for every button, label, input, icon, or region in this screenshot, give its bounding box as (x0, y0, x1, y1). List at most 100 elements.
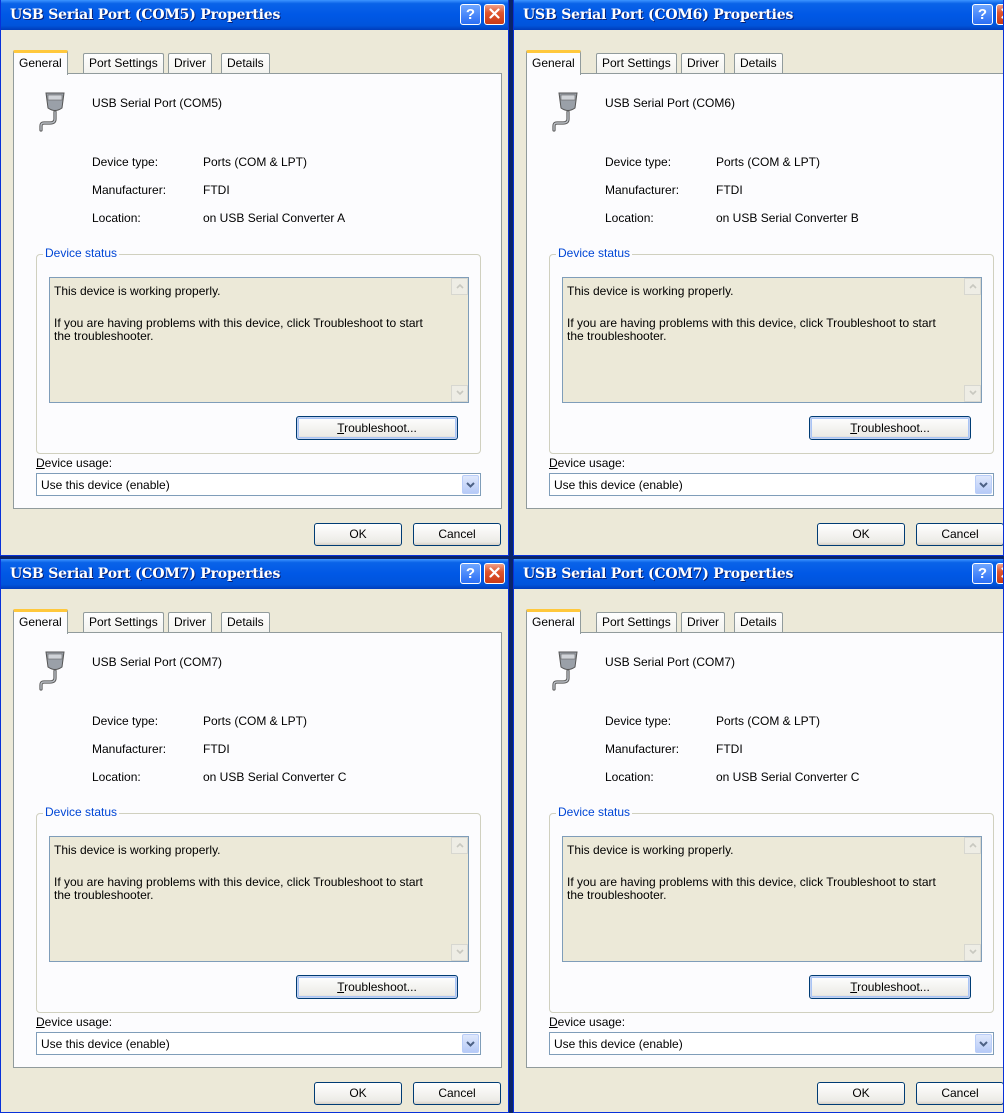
device-usage-select[interactable]: Use this device (enable) (549, 1032, 994, 1055)
device-type-label: Device type: (92, 155, 159, 169)
device-usage-accesskey: D (36, 1015, 45, 1029)
device-usage-dropdown-button[interactable] (462, 1034, 479, 1053)
help-button[interactable]: ? (460, 4, 481, 25)
help-icon: ? (465, 565, 476, 582)
tab-driver[interactable]: Driver (168, 612, 212, 632)
title-bar[interactable]: USB Serial Port (COM7) Properties ? (514, 559, 1003, 589)
scroll-down-button[interactable] (451, 944, 468, 961)
ok-button[interactable]: OK (314, 1082, 402, 1105)
troubleshoot-label: roubleshoot... (857, 980, 930, 994)
device-status-textbox[interactable]: This device is working properly. If you … (562, 277, 982, 403)
tab-details[interactable]: Details (734, 612, 783, 632)
chevron-up-icon (968, 842, 977, 848)
scroll-up-button[interactable] (964, 278, 981, 295)
window-title: USB Serial Port (COM6) Properties (523, 7, 794, 23)
device-name: USB Serial Port (COM5) (92, 96, 223, 110)
manufacturer-label: Manufacturer: (92, 742, 167, 756)
general-tab-panel: USB Serial Port (COM7) Device type: Port… (526, 632, 1003, 1068)
tab-driver[interactable]: Driver (681, 612, 725, 632)
title-bar[interactable]: USB Serial Port (COM6) Properties ? (514, 0, 1003, 30)
scroll-down-button[interactable] (964, 385, 981, 402)
cancel-button[interactable]: Cancel (413, 523, 501, 546)
device-status-textbox[interactable]: This device is working properly. If you … (49, 277, 469, 403)
tab-port-settings[interactable]: Port Settings (83, 53, 164, 73)
scroll-up-button[interactable] (964, 837, 981, 854)
close-button[interactable] (484, 563, 505, 584)
title-bar[interactable]: USB Serial Port (COM5) Properties ? (1, 0, 508, 30)
troubleshoot-button[interactable]: Troubleshoot... (296, 416, 458, 440)
device-type-value: Ports (COM & LPT) (716, 155, 821, 169)
location-value: on USB Serial Converter C (716, 770, 860, 784)
properties-dialog-com7-b: USB Serial Port (COM7) Properties ? Gene… (513, 559, 1004, 1113)
device-type-value: Ports (COM & LPT) (203, 714, 308, 728)
device-usage-dropdown-button[interactable] (975, 1034, 992, 1053)
scroll-up-button[interactable] (451, 278, 468, 295)
ok-button[interactable]: OK (817, 523, 905, 546)
device-name: USB Serial Port (COM7) (605, 655, 736, 669)
device-type-label: Device type: (605, 714, 672, 728)
device-usage-dropdown-button[interactable] (462, 475, 479, 494)
general-tab-panel: USB Serial Port (COM6) Device type: Port… (526, 73, 1003, 509)
ok-button[interactable]: OK (817, 1082, 905, 1105)
device-usage-label-text: evice usage: (557, 456, 626, 470)
close-button[interactable] (996, 563, 1003, 584)
properties-dialog-com6: USB Serial Port (COM6) Properties ? Gene… (513, 0, 1004, 556)
manufacturer-label: Manufacturer: (92, 183, 167, 197)
device-status-textbox[interactable]: This device is working properly. If you … (49, 836, 469, 962)
troubleshoot-button[interactable]: Troubleshoot... (809, 416, 971, 440)
tab-driver[interactable]: Driver (168, 53, 212, 73)
device-usage-dropdown-button[interactable] (975, 475, 992, 494)
troubleshoot-button[interactable]: Troubleshoot... (296, 975, 458, 999)
tab-details[interactable]: Details (734, 53, 783, 73)
status-help-text: If you are having problems with this dev… (567, 316, 936, 343)
device-status-label: Device status (43, 805, 120, 819)
serial-port-icon (39, 92, 65, 132)
title-bar[interactable]: USB Serial Port (COM7) Properties ? (1, 559, 508, 589)
device-status-textbox[interactable]: This device is working properly. If you … (562, 836, 982, 962)
close-icon (489, 567, 500, 578)
tab-port-settings[interactable]: Port Settings (596, 612, 677, 632)
device-name: USB Serial Port (COM6) (605, 96, 736, 110)
help-button[interactable]: ? (460, 563, 481, 584)
tab-port-settings[interactable]: Port Settings (596, 53, 677, 73)
cancel-button[interactable]: Cancel (916, 523, 1003, 546)
status-message: This device is working properly. (567, 284, 734, 298)
help-button[interactable]: ? (972, 4, 993, 25)
device-usage-select[interactable]: Use this device (enable) (36, 1032, 481, 1055)
device-usage-select[interactable]: Use this device (enable) (549, 473, 994, 496)
tab-general[interactable]: General (13, 50, 68, 75)
tab-details[interactable]: Details (221, 53, 270, 73)
location-label: Location: (605, 211, 654, 225)
help-button[interactable]: ? (972, 563, 993, 584)
status-help-text: If you are having problems with this dev… (567, 875, 936, 902)
device-usage-select[interactable]: Use this device (enable) (36, 473, 481, 496)
device-usage-label: Device usage: (549, 456, 625, 470)
ok-button[interactable]: OK (314, 523, 402, 546)
manufacturer-value: FTDI (203, 183, 230, 197)
scroll-up-button[interactable] (451, 837, 468, 854)
tab-driver[interactable]: Driver (681, 53, 725, 73)
device-usage-value: Use this device (enable) (554, 478, 683, 492)
troubleshoot-button[interactable]: Troubleshoot... (809, 975, 971, 999)
chevron-up-icon (455, 283, 464, 289)
close-button[interactable] (484, 4, 505, 25)
tab-port-settings[interactable]: Port Settings (83, 612, 164, 632)
cancel-button[interactable]: Cancel (413, 1082, 501, 1105)
tab-general[interactable]: General (526, 50, 581, 75)
cancel-button[interactable]: Cancel (916, 1082, 1003, 1105)
device-status-label: Device status (556, 246, 633, 260)
tab-general[interactable]: General (526, 609, 581, 634)
device-type-value: Ports (COM & LPT) (716, 714, 821, 728)
location-value: on USB Serial Converter C (203, 770, 347, 784)
device-type-label: Device type: (605, 155, 672, 169)
close-button[interactable] (996, 4, 1003, 25)
tab-details[interactable]: Details (221, 612, 270, 632)
help-icon: ? (977, 6, 988, 23)
location-label: Location: (92, 211, 141, 225)
tab-general[interactable]: General (13, 609, 68, 634)
manufacturer-value: FTDI (203, 742, 230, 756)
scroll-down-button[interactable] (964, 944, 981, 961)
scroll-down-button[interactable] (451, 385, 468, 402)
location-label: Location: (92, 770, 141, 784)
device-usage-accesskey: D (549, 456, 558, 470)
